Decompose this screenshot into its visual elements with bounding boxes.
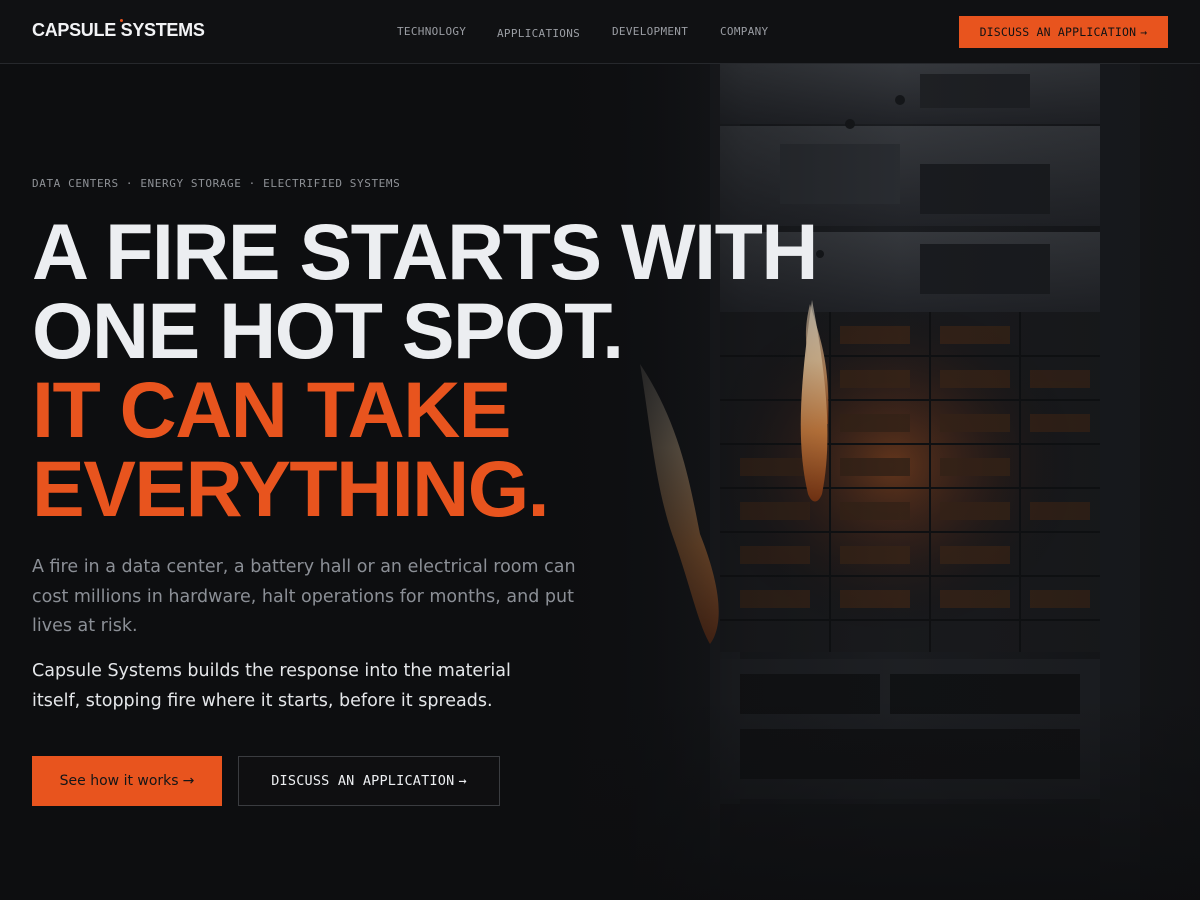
brand-logo[interactable]: CAPSULE SYSTEMS bbox=[32, 19, 205, 41]
arrow-right-icon: → bbox=[182, 773, 195, 789]
arrow-right-icon: → bbox=[1140, 25, 1148, 39]
nav-item-applications[interactable]: APPLICATIONS bbox=[497, 27, 580, 40]
headline-line-4: EVERYTHING. bbox=[32, 444, 550, 533]
hero-description-secondary: Capsule Systems builds the response into… bbox=[32, 661, 511, 711]
headline-line-2: ONE HOT SPOT. bbox=[32, 286, 624, 375]
nav-item-development[interactable]: DEVELOPMENT bbox=[612, 25, 688, 38]
nav-item-company[interactable]: COMPANY bbox=[720, 25, 768, 38]
primary-button-label: See how it works bbox=[59, 773, 179, 789]
logo-accent-dot bbox=[120, 19, 123, 22]
see-how-it-works-button[interactable]: See how it works → bbox=[32, 756, 222, 806]
headline-line-1: A FIRE STARTS WITH bbox=[32, 207, 818, 296]
secondary-button-label: DISCUSS AN APPLICATION bbox=[271, 773, 455, 789]
brand-name: CAPSULE SYSTEMS bbox=[32, 20, 205, 40]
hero-headline: A FIRE STARTS WITH ONE HOT SPOT. IT CAN … bbox=[32, 212, 852, 528]
nav-item-technology[interactable]: TECHNOLOGY bbox=[397, 25, 466, 38]
headline-line-3: IT CAN TAKE bbox=[32, 365, 511, 454]
hero-eyebrow: DATA CENTERS · ENERGY STORAGE · ELECTRIF… bbox=[32, 177, 401, 190]
header-cta-label: DISCUSS AN APPLICATION bbox=[979, 25, 1137, 39]
discuss-application-button[interactable]: DISCUSS AN APPLICATION → bbox=[238, 756, 500, 806]
site-header: CAPSULE SYSTEMS TECHNOLOGY APPLICATIONS … bbox=[0, 0, 1200, 64]
arrow-right-icon: → bbox=[458, 773, 467, 789]
hero-description: A fire in a data center, a battery hall … bbox=[32, 557, 576, 636]
header-discuss-application-button[interactable]: DISCUSS AN APPLICATION → bbox=[959, 16, 1168, 48]
